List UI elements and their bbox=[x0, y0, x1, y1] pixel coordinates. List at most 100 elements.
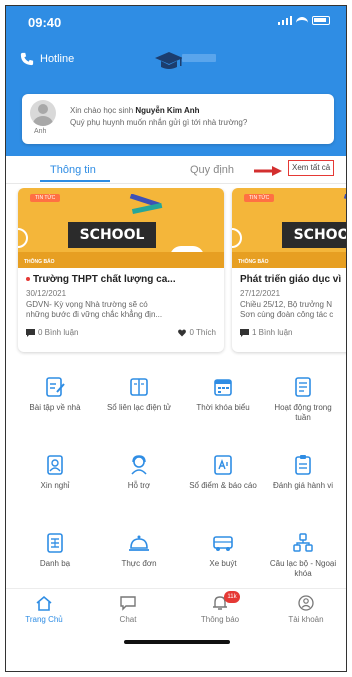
see-all-link[interactable]: Xem tất cả bbox=[288, 160, 335, 176]
news-meta: 0 Bình luận 0 Thích bbox=[26, 328, 216, 340]
arrow-right-icon bbox=[254, 166, 282, 176]
nav-account-label: Tài khoản bbox=[288, 615, 324, 624]
tab-info[interactable]: Thông tin bbox=[50, 164, 96, 176]
news-date: 27/12/2021 bbox=[240, 289, 281, 298]
grid-label: Câu lạc bộ - Ngoại khóa bbox=[269, 559, 337, 578]
nav-notifications[interactable]: 11k Thông báo bbox=[190, 591, 250, 624]
tab-active-indicator bbox=[40, 180, 110, 182]
notification-badge: 11k bbox=[224, 591, 240, 603]
nav-home[interactable]: Trang Chủ bbox=[14, 595, 74, 624]
tab-rules[interactable]: Quy định bbox=[190, 164, 234, 176]
comment-icon bbox=[26, 328, 35, 337]
club-icon bbox=[293, 533, 313, 552]
menu-food-icon bbox=[129, 535, 149, 551]
news-ribbon: TIN TỨC bbox=[244, 194, 275, 202]
comment-button[interactable]: 0 Bình luận bbox=[26, 328, 78, 337]
bus-button[interactable]: Xe buýt bbox=[188, 532, 258, 588]
leave-request-icon bbox=[47, 455, 63, 475]
nav-notifications-label: Thông báo bbox=[200, 615, 240, 624]
news-excerpt: Sơn cùng đoàn công tác c bbox=[240, 310, 334, 319]
weekly-activity-button[interactable]: Hoạt động trong tuần bbox=[268, 376, 338, 432]
news-ribbon: TIN TỨC bbox=[30, 194, 61, 202]
behavior-evaluation-icon bbox=[295, 455, 311, 475]
grid-label: Bài tập về nhà bbox=[29, 403, 81, 412]
school-sign: SCHOOL bbox=[282, 222, 346, 248]
nav-chat-label: Chat bbox=[119, 615, 137, 624]
nav-account[interactable]: Tài khoản bbox=[276, 595, 336, 624]
grid-label: Hoạt động trong tuần bbox=[274, 403, 332, 422]
bottom-nav: Trang Chủ Chat 11k Thông báo Tài khoản bbox=[6, 588, 346, 632]
grid-label: Sổ liên lạc điện tử bbox=[106, 403, 172, 412]
hotline-button[interactable]: Hotline bbox=[20, 52, 74, 66]
grid-label: Hỗ trợ bbox=[127, 481, 151, 490]
grid-label: Thực đơn bbox=[121, 559, 157, 568]
gradebook-icon bbox=[214, 455, 232, 475]
support-button[interactable]: Hỗ trợ bbox=[104, 454, 174, 510]
pencils-icon bbox=[343, 194, 346, 215]
like-button[interactable]: 0 Thích bbox=[178, 328, 216, 337]
new-dot-icon bbox=[26, 277, 30, 282]
news-tag: THÔNG BÁO bbox=[238, 259, 269, 265]
news-excerpt: những bước đi vững chắc khẳng địn... bbox=[26, 310, 163, 319]
contact-book-button[interactable]: Sổ liên lạc điện tử bbox=[104, 376, 174, 432]
grid-label: Xin nghỉ bbox=[40, 481, 70, 490]
content-tabs: Thông tin Quy định Xem tất cả bbox=[6, 156, 346, 184]
news-card[interactable]: TIN TỨC SCHOOL THÔNG BÁO Phát triển giáo… bbox=[232, 188, 346, 352]
status-time: 09:40 bbox=[28, 15, 62, 30]
system-icons bbox=[278, 16, 330, 25]
news-title: Phát triển giáo dục vì bbox=[240, 274, 342, 285]
timetable-button[interactable]: Thời khóa biểu bbox=[188, 376, 258, 432]
greeting-prompt: Quý phụ huynh muốn nhắn gửi gì tới nhà t… bbox=[70, 118, 248, 127]
behavior-evaluation-button[interactable]: Đánh giá hành vi bbox=[268, 454, 338, 510]
weekly-activity-icon bbox=[295, 377, 311, 397]
comment-icon bbox=[240, 328, 249, 337]
news-card[interactable]: TIN TỨC SCHOOL THÔNG BÁO Trường THPT chấ… bbox=[18, 188, 224, 352]
news-meta: 1 Bình luận bbox=[240, 328, 346, 340]
grid-label: Đánh giá hành vi bbox=[272, 481, 334, 490]
news-excerpt: GDVN- Kỳ vọng Nhà trường sẽ có bbox=[26, 300, 148, 309]
directory-button[interactable]: Danh bạ bbox=[20, 532, 90, 588]
grid-label: Xe buýt bbox=[209, 559, 237, 568]
grid-label: Danh bạ bbox=[39, 559, 71, 568]
graduation-cap-icon bbox=[155, 52, 183, 69]
signal-icon bbox=[278, 16, 292, 25]
phone-icon bbox=[20, 52, 34, 66]
student-name: Nguyễn Kim Anh bbox=[135, 106, 200, 115]
food-menu-button[interactable]: Thực đơn bbox=[104, 532, 174, 588]
contact-book-icon bbox=[130, 378, 148, 396]
nav-chat[interactable]: Chat bbox=[98, 595, 158, 624]
chat-icon bbox=[120, 596, 136, 611]
greeting-card[interactable]: Anh Xin chào học sinh Nguyễn Kim Anh Quý… bbox=[22, 94, 334, 144]
support-icon bbox=[131, 455, 147, 475]
account-icon bbox=[298, 595, 314, 611]
school-sign: SCHOOL bbox=[68, 222, 156, 248]
avatar[interactable] bbox=[30, 100, 56, 126]
grid-label: Sổ điểm & báo cáo bbox=[189, 481, 257, 490]
hotline-label: Hotline bbox=[40, 53, 75, 65]
comment-button[interactable]: 1 Bình luận bbox=[240, 328, 292, 337]
home-icon bbox=[36, 595, 52, 611]
status-bar: 09:40 bbox=[6, 6, 346, 36]
greeting-text: Xin chào học sinh Nguyễn Kim Anh bbox=[70, 106, 200, 115]
timetable-icon bbox=[214, 379, 232, 396]
wifi-icon bbox=[296, 16, 308, 25]
news-date: 30/12/2021 bbox=[26, 289, 67, 298]
gradebook-button[interactable]: Sổ điểm & báo cáo bbox=[188, 454, 258, 510]
home-indicator bbox=[124, 640, 230, 644]
grid-label: Thời khóa biểu bbox=[196, 403, 250, 412]
homework-icon bbox=[46, 377, 65, 397]
directory-icon bbox=[47, 533, 63, 553]
homework-button[interactable]: Bài tập về nhà bbox=[20, 376, 90, 432]
news-tag: THÔNG BÁO bbox=[24, 259, 55, 265]
club-button[interactable]: Câu lạc bộ - Ngoại khóa bbox=[268, 532, 338, 588]
news-excerpt: Chiều 25/12, Bộ trưởng N bbox=[240, 300, 332, 309]
battery-icon bbox=[312, 16, 330, 25]
pencils-icon bbox=[129, 194, 163, 215]
heart-icon bbox=[178, 328, 187, 336]
bus-icon bbox=[213, 536, 233, 551]
app-screen: 09:40 Hotline Anh Xin chào học sinh Nguy… bbox=[5, 5, 347, 672]
leave-request-button[interactable]: Xin nghỉ bbox=[20, 454, 90, 510]
news-carousel[interactable]: TIN TỨC SCHOOL THÔNG BÁO Trường THPT chấ… bbox=[6, 188, 346, 360]
school-logo bbox=[154, 48, 216, 74]
news-image: TIN TỨC SCHOOL THÔNG BÁO bbox=[232, 188, 346, 268]
